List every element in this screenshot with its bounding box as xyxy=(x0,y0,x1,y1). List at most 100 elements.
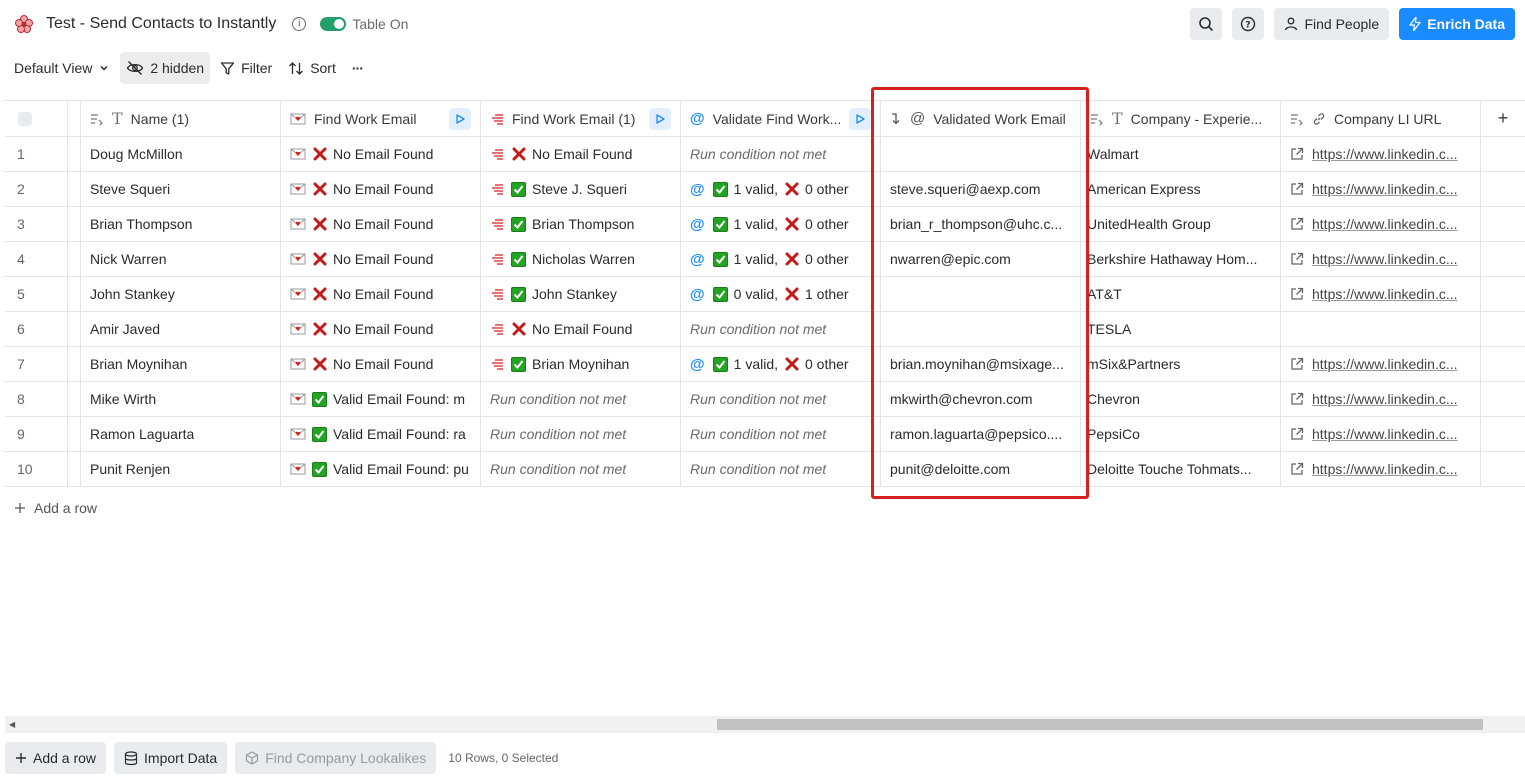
import-data-button[interactable]: Import Data xyxy=(114,742,228,774)
external-link-icon[interactable] xyxy=(1290,252,1304,266)
find-work-email-1-cell[interactable]: No Email Found xyxy=(481,312,681,346)
find-work-email-cell[interactable]: No Email Found xyxy=(281,347,481,381)
validate-cell[interactable]: @0 valid, 1 other xyxy=(681,277,881,311)
external-link-icon[interactable] xyxy=(1290,392,1304,406)
table-row[interactable]: 4 Nick Warren No Email Found Nicholas Warre… xyxy=(5,242,1525,277)
validated-email-cell[interactable]: ramon.laguarta@pepsico.... xyxy=(881,417,1081,451)
company-li-url-cell[interactable]: https://www.linkedin.c... xyxy=(1281,207,1481,241)
validated-email-cell[interactable]: steve.squeri@aexp.com xyxy=(881,172,1081,206)
name-cell[interactable]: Steve Squeri xyxy=(81,172,281,206)
column-header-company[interactable]: T Company - Experie... xyxy=(1081,101,1281,136)
company-cell[interactable]: Berkshire Hathaway Hom... xyxy=(1081,242,1281,276)
find-work-email-cell[interactable]: No Email Found xyxy=(281,312,481,346)
table-row[interactable]: 10 Punit Renjen Valid Email Found: pu Run c… xyxy=(5,452,1525,487)
find-work-email-cell[interactable]: No Email Found xyxy=(281,172,481,206)
company-li-url-link[interactable]: https://www.linkedin.c... xyxy=(1312,391,1458,407)
find-work-email-1-cell[interactable]: John Stankey xyxy=(481,277,681,311)
company-li-url-cell[interactable]: https://www.linkedin.c... xyxy=(1281,172,1481,206)
validate-cell[interactable]: Run condition not met xyxy=(681,312,881,346)
external-link-icon[interactable] xyxy=(1290,357,1304,371)
company-li-url-link[interactable]: https://www.linkedin.c... xyxy=(1312,461,1458,477)
validate-cell[interactable]: @1 valid, 0 other xyxy=(681,172,881,206)
column-header-name[interactable]: T Name (1) xyxy=(81,101,281,136)
run-column-button[interactable] xyxy=(649,107,671,130)
validated-email-cell[interactable]: mkwirth@chevron.com xyxy=(881,382,1081,416)
company-li-url-link[interactable]: https://www.linkedin.c... xyxy=(1312,181,1458,197)
name-cell[interactable]: Ramon Laguarta xyxy=(81,417,281,451)
validate-cell[interactable]: @1 valid, 0 other xyxy=(681,242,881,276)
table-row[interactable]: 2 Steve Squeri No Email Found Steve J. Sque… xyxy=(5,172,1525,207)
external-link-icon[interactable] xyxy=(1290,182,1304,196)
company-cell[interactable]: UnitedHealth Group xyxy=(1081,207,1281,241)
filter-button[interactable]: Filter xyxy=(214,52,278,84)
company-cell[interactable]: AT&T xyxy=(1081,277,1281,311)
table-row[interactable]: 6 Amir Javed No Email Found No Email Found R… xyxy=(5,312,1525,347)
find-work-email-cell[interactable]: No Email Found xyxy=(281,242,481,276)
company-li-url-cell[interactable]: https://www.linkedin.c... xyxy=(1281,137,1481,171)
company-li-url-link[interactable]: https://www.linkedin.c... xyxy=(1312,286,1458,302)
run-column-button[interactable] xyxy=(449,107,471,130)
validated-email-cell[interactable]: brian.moynihan@msixage... xyxy=(881,347,1081,381)
column-header-company-li-url[interactable]: Company LI URL xyxy=(1281,101,1481,136)
select-all-checkbox[interactable] xyxy=(18,111,32,126)
find-work-email-1-cell[interactable]: Run condition not met xyxy=(481,417,681,451)
column-header-find-work-email-1[interactable]: Find Work Email (1) xyxy=(481,101,681,136)
validate-cell[interactable]: Run condition not met xyxy=(681,417,881,451)
table-row[interactable]: 9 Ramon Laguarta Valid Email Found: ra Run … xyxy=(5,417,1525,452)
help-button[interactable]: ? xyxy=(1232,8,1265,40)
find-work-email-1-cell[interactable]: Steve J. Squeri xyxy=(481,172,681,206)
external-link-icon[interactable] xyxy=(1290,217,1304,231)
company-cell[interactable]: American Express xyxy=(1081,172,1281,206)
company-li-url-cell[interactable] xyxy=(1281,312,1481,346)
find-work-email-cell[interactable]: No Email Found xyxy=(281,137,481,171)
table-row[interactable]: 8 Mike Wirth Valid Email Found: m Run condi… xyxy=(5,382,1525,417)
table-title[interactable]: Test - Send Contacts to Instantly xyxy=(46,15,276,33)
company-li-url-cell[interactable]: https://www.linkedin.c... xyxy=(1281,452,1481,486)
company-li-url-cell[interactable]: https://www.linkedin.c... xyxy=(1281,382,1481,416)
hidden-columns-button[interactable]: 2 hidden xyxy=(120,52,211,84)
validated-email-cell[interactable] xyxy=(881,312,1081,346)
external-link-icon[interactable] xyxy=(1290,147,1304,161)
validate-cell[interactable]: @1 valid, 0 other xyxy=(681,207,881,241)
name-cell[interactable]: Punit Renjen xyxy=(81,452,281,486)
find-work-email-cell[interactable]: Valid Email Found: pu xyxy=(281,452,481,486)
validate-cell[interactable]: Run condition not met xyxy=(681,137,881,171)
add-row-button[interactable]: Add a row xyxy=(14,498,97,518)
validated-email-cell[interactable]: brian_r_thompson@uhc.c... xyxy=(881,207,1081,241)
find-work-email-1-cell[interactable]: No Email Found xyxy=(481,137,681,171)
name-cell[interactable]: John Stankey xyxy=(81,277,281,311)
validated-email-cell[interactable]: nwarren@epic.com xyxy=(881,242,1081,276)
find-company-lookalikes-button[interactable]: Find Company Lookalikes xyxy=(235,742,437,774)
name-cell[interactable]: Brian Moynihan xyxy=(81,347,281,381)
find-work-email-cell[interactable]: No Email Found xyxy=(281,207,481,241)
run-column-button[interactable] xyxy=(849,107,871,130)
find-work-email-1-cell[interactable]: Nicholas Warren xyxy=(481,242,681,276)
find-work-email-cell[interactable]: Valid Email Found: m xyxy=(281,382,481,416)
search-button[interactable] xyxy=(1190,8,1223,40)
name-cell[interactable]: Mike Wirth xyxy=(81,382,281,416)
company-li-url-cell[interactable]: https://www.linkedin.c... xyxy=(1281,242,1481,276)
company-cell[interactable]: Walmart xyxy=(1081,137,1281,171)
company-li-url-cell[interactable]: https://www.linkedin.c... xyxy=(1281,277,1481,311)
info-icon[interactable]: i xyxy=(292,17,307,31)
horizontal-scrollbar[interactable]: ◀ xyxy=(5,716,1525,733)
find-work-email-cell[interactable]: No Email Found xyxy=(281,277,481,311)
validate-cell[interactable]: Run condition not met xyxy=(681,382,881,416)
scroll-left-icon[interactable]: ◀ xyxy=(9,720,15,729)
name-cell[interactable]: Amir Javed xyxy=(81,312,281,346)
footer-add-row-button[interactable]: Add a row xyxy=(5,742,107,774)
validated-email-cell[interactable] xyxy=(881,277,1081,311)
company-li-url-link[interactable]: https://www.linkedin.c... xyxy=(1312,216,1458,232)
column-header-find-work-email[interactable]: Find Work Email xyxy=(281,101,481,136)
company-li-url-link[interactable]: https://www.linkedin.c... xyxy=(1312,146,1458,162)
more-options-button[interactable]: ··· xyxy=(346,52,369,84)
company-cell[interactable]: PepsiCo xyxy=(1081,417,1281,451)
company-cell[interactable]: Deloitte Touche Tohmats... xyxy=(1081,452,1281,486)
validate-cell[interactable]: @1 valid, 0 other xyxy=(681,347,881,381)
enrich-data-button[interactable]: Enrich Data xyxy=(1399,8,1515,40)
external-link-icon[interactable] xyxy=(1290,287,1304,301)
find-work-email-1-cell[interactable]: Brian Thompson xyxy=(481,207,681,241)
external-link-icon[interactable] xyxy=(1290,462,1304,476)
company-li-url-link[interactable]: https://www.linkedin.c... xyxy=(1312,426,1458,442)
find-work-email-1-cell[interactable]: Brian Moynihan xyxy=(481,347,681,381)
